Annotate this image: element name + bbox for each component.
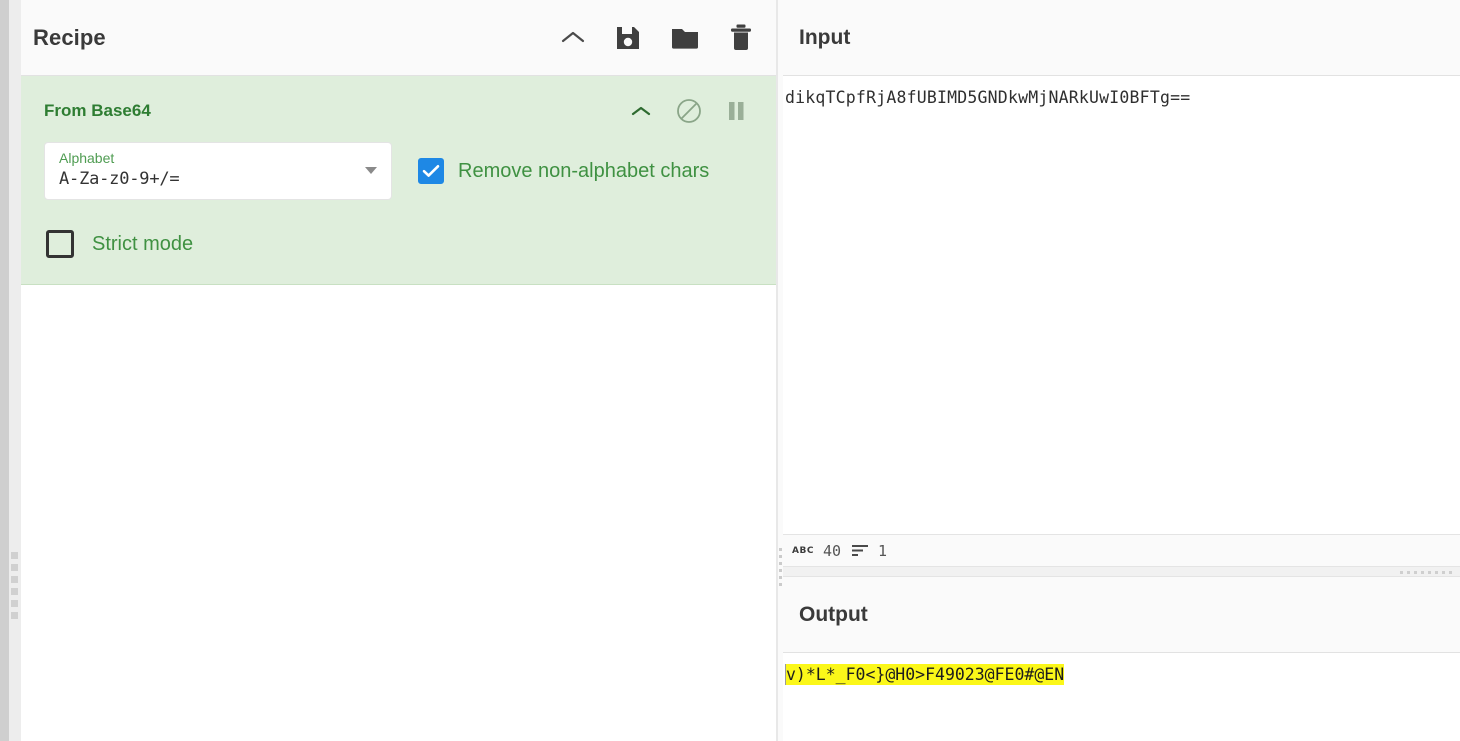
input-title-bar: Input [779, 0, 1460, 76]
alphabet-label: Alphabet [59, 150, 115, 166]
input-length-status: ABC 40 [792, 542, 841, 560]
output-title: Output [799, 602, 868, 626]
lines-icon [852, 544, 869, 557]
recipe-operation-list[interactable] [21, 285, 776, 741]
alphabet-value: A-Za-z0-9+/= [59, 169, 180, 189]
output-textarea[interactable]: v)*L*_F0<}@H0>F49023@FE0#@EN [779, 653, 1460, 741]
strict-mode-label: Strict mode [92, 232, 194, 255]
left-panel-splitter[interactable] [0, 0, 9, 741]
input-textarea[interactable]: dikqTCpfRjA8fUBIMD5GNDkwMjNARkUwI0BFTg== [779, 76, 1460, 534]
operation-toolbar [630, 98, 746, 124]
operation-args-row-2: Strict mode [21, 200, 776, 258]
chevron-down-icon[interactable] [365, 167, 377, 174]
pause-operation-icon[interactable] [726, 99, 746, 123]
remove-non-alphabet-checkbox[interactable] [418, 158, 444, 184]
abc-icon: ABC [792, 545, 814, 556]
cyberchef-app: Recipe From Base64 Alphabet A-Za-z0-9+/=… [0, 0, 1460, 741]
recipe-toolbar [560, 23, 754, 52]
strict-mode-checkbox[interactable] [46, 230, 74, 258]
strict-mode-checkbox-wrap[interactable]: Strict mode [46, 230, 193, 258]
operation-title: From Base64 [44, 101, 151, 120]
io-vertical-splitter[interactable] [778, 0, 783, 741]
operation-from-base64[interactable]: From Base64 Alphabet A-Za-z0-9+/= Remove… [21, 76, 776, 285]
io-splitter-grip[interactable] [779, 548, 782, 586]
input-length-value: 40 [822, 541, 841, 560]
input-status-bar: ABC 40 1 [779, 534, 1460, 566]
operation-header: From Base64 [21, 76, 776, 124]
disable-operation-icon[interactable] [676, 98, 702, 124]
io-horizontal-splitter-grip[interactable] [1400, 571, 1452, 574]
io-panel: Input dikqTCpfRjA8fUBIMD5GNDkwMjNARkUwI0… [778, 0, 1460, 741]
operation-collapse-icon[interactable] [630, 104, 652, 118]
load-recipe-icon[interactable] [670, 25, 700, 51]
operation-args-row-1: Alphabet A-Za-z0-9+/= Remove non-alphabe… [21, 124, 776, 200]
output-value: v)*L*_F0<}@H0>F49023@FE0#@EN [785, 664, 1065, 685]
remove-non-alphabet-checkbox-wrap[interactable]: Remove non-alphabet chars [418, 158, 709, 184]
recipe-panel: Recipe From Base64 Alphabet A-Za-z0-9+/=… [0, 0, 778, 741]
input-pane: Input dikqTCpfRjA8fUBIMD5GNDkwMjNARkUwI0… [778, 0, 1460, 566]
collapse-chevron-icon[interactable] [560, 29, 586, 46]
output-pane: Output v)*L*_F0<}@H0>F49023@FE0#@EN [778, 577, 1460, 741]
alphabet-select[interactable]: Alphabet A-Za-z0-9+/= [44, 142, 392, 200]
left-splitter-grip[interactable] [11, 552, 18, 619]
recipe-inner: Recipe From Base64 Alphabet A-Za-z0-9+/=… [21, 0, 776, 741]
output-title-bar: Output [779, 577, 1460, 653]
clear-recipe-icon[interactable] [728, 23, 754, 52]
input-title: Input [799, 25, 851, 49]
recipe-title-bar: Recipe [21, 0, 776, 76]
save-recipe-icon[interactable] [614, 24, 642, 52]
recipe-title: Recipe [33, 24, 106, 50]
remove-non-alphabet-label: Remove non-alphabet chars [458, 159, 710, 182]
input-lines-value: 1 [878, 541, 888, 560]
input-lines-status: 1 [852, 542, 887, 560]
io-horizontal-splitter[interactable] [778, 566, 1460, 577]
left-splitter-track [9, 0, 21, 741]
